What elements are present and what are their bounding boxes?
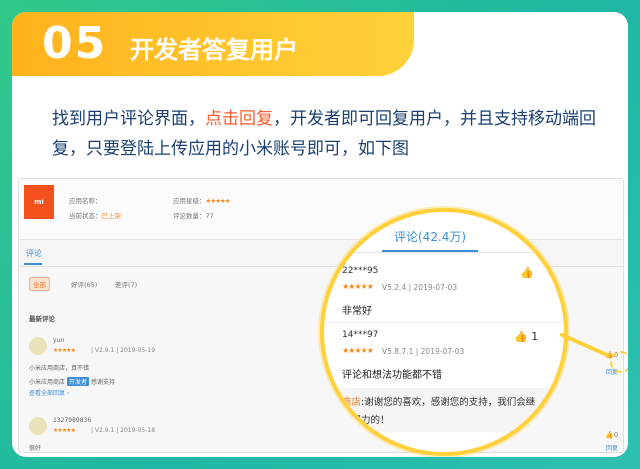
app-rating-stars: ★★★★★	[205, 197, 231, 205]
filter-all[interactable]: 全部	[29, 277, 50, 291]
like-button[interactable]: 👍 1	[514, 330, 538, 343]
reply-button[interactable]: 回复	[606, 443, 618, 452]
dev-reply-line1: 商店:谢谢您的喜欢，感谢您的支持，我们会继	[342, 394, 535, 408]
review-user: 22***95	[342, 266, 379, 276]
filter-good[interactable]: 好评(65)	[71, 279, 97, 289]
like-button[interactable]: 👍	[520, 266, 534, 279]
reply-highlight-ring	[610, 351, 628, 373]
app-count: 评论数量：77	[173, 210, 214, 220]
view-all-replies-link[interactable]: 查看全部回复 ›	[29, 388, 69, 397]
tab-divider	[324, 252, 564, 253]
tab-comments-mobile[interactable]: 评论(42.4万)	[394, 228, 466, 245]
intro-part1: 找到用户评论界面，	[52, 109, 205, 129]
app-status-value: 已上架	[101, 212, 122, 220]
dev-name: 商店	[342, 397, 362, 408]
tab-underline	[24, 263, 42, 265]
app-count-label: 评论数量：	[173, 212, 206, 220]
review-stars: ★★★★★	[342, 346, 374, 355]
intro-highlight: 点击回复	[205, 109, 273, 129]
tutorial-card: 05 开发者答复用户 找到用户评论界面，点击回复，开发者即可回复用户，并且支持移…	[12, 12, 628, 457]
step-title: 开发者答复用户	[130, 36, 298, 64]
review-user: 14***97	[342, 330, 379, 340]
app-name-label: 应用名称：	[69, 197, 102, 205]
app-header: mi 应用名称： 当前状态：已上架 应用星级：★★★★★ 评论数量：77	[19, 179, 623, 240]
thumb-up-icon: 👍	[605, 431, 614, 439]
dev-reply-prefix: 小米应用商店	[29, 379, 66, 386]
step-number: 05	[42, 18, 108, 69]
like-count: 1	[531, 330, 539, 343]
app-rating: 应用星级：★★★★★	[173, 195, 231, 205]
thumb-up-icon: 👍	[514, 330, 528, 343]
review-stars: ★★★★★	[53, 427, 76, 434]
review-text: 非常好	[342, 306, 372, 317]
review-meta: V5.8.7.1 | 2019-07-03	[382, 347, 465, 356]
review-user: 1327989836	[53, 417, 92, 424]
review-meta: | V2.9.1 | 2019-05-18	[91, 427, 156, 434]
dev-reply-text: 感谢支持	[91, 379, 116, 386]
dev-reply-line2: 续努力的！	[342, 415, 390, 426]
developer-reply: 商店:谢谢您的喜欢，感谢您的支持，我们会继 续努力的！	[324, 388, 564, 432]
latest-comments-title: 最新评论	[29, 315, 55, 323]
avatar	[29, 417, 47, 435]
review-text: 很好	[29, 445, 42, 452]
mi-logo: mi	[24, 185, 54, 219]
intro-text: 找到用户评论界面，点击回复，开发者即可回复用户，并且支持移动端回复，只要登陆上传…	[52, 104, 612, 164]
app-status: 当前状态：已上架	[69, 210, 121, 220]
review-meta: V5.2.4 | 2019-07-03	[382, 283, 458, 292]
magnified-view: 评论(42.4万) 22***95 ★★★★★ V5.2.4 | 2019-07…	[320, 208, 568, 456]
divider	[324, 322, 564, 323]
avatar	[29, 337, 47, 355]
review-stars: ★★★★★	[342, 282, 374, 291]
step-banner: 05 开发者答复用户	[12, 12, 414, 76]
review-stars: ★★★★★	[53, 347, 76, 354]
thumb-up-icon: 👍	[520, 266, 534, 279]
tab-comments[interactable]: 评论	[26, 248, 42, 259]
review-text: 评论和想法功能都不错	[342, 370, 442, 381]
dev-reply-line: 小米应用商店 开发者 感谢支持	[29, 377, 115, 386]
review-user: yun	[53, 337, 65, 344]
review-text: 小米应用商店，真不错	[29, 365, 90, 372]
developer-badge: 开发者	[67, 377, 90, 386]
like-button[interactable]: 👍0	[605, 431, 618, 439]
filter-bad[interactable]: 差评(7)	[115, 279, 137, 289]
app-rating-label: 应用星级：	[173, 197, 206, 205]
like-count: 0	[613, 431, 619, 439]
review-meta: | V2.9.1 | 2019-05-19	[91, 347, 156, 354]
app-status-label: 当前状态：	[69, 212, 102, 220]
app-count-value: 77	[205, 212, 214, 220]
dev-reply-text: :谢谢您的喜欢，感谢您的支持，我们会继	[361, 397, 536, 408]
